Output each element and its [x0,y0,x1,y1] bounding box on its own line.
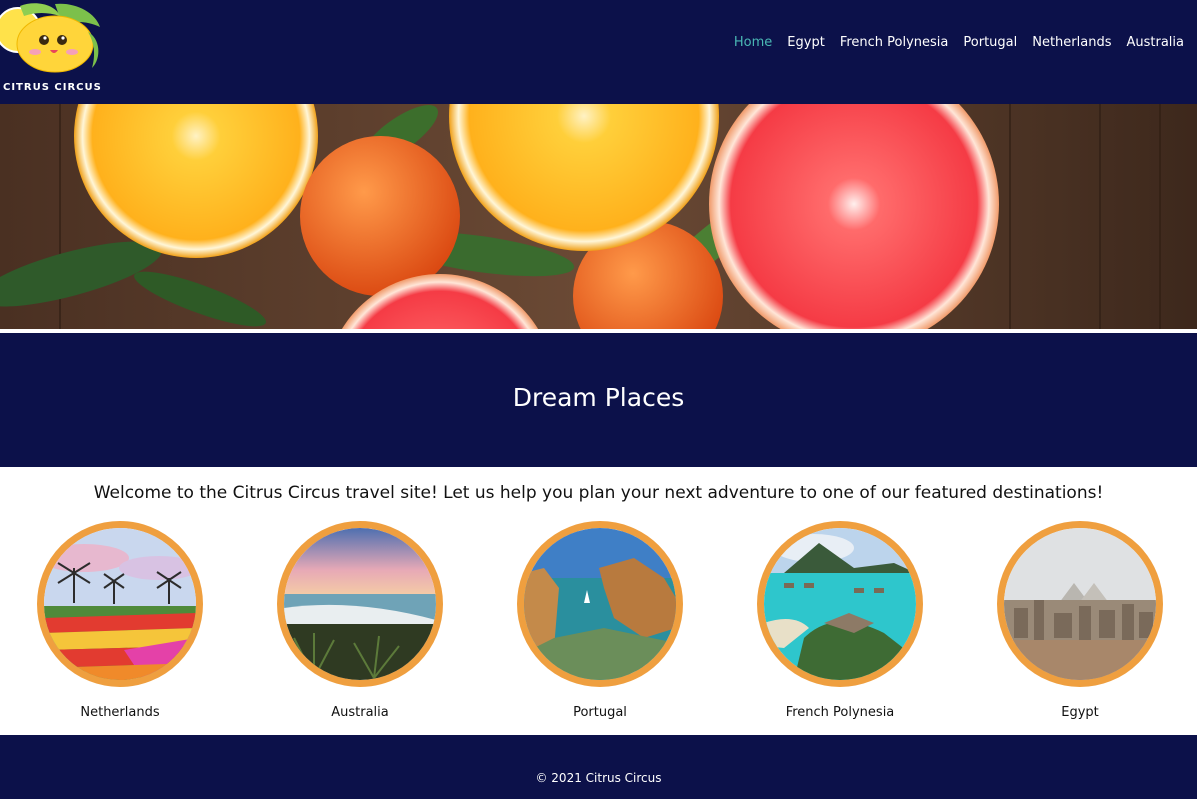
logo-text: CITRUS CIRCUS [3,82,102,93]
nav-link-home[interactable]: Home [734,35,772,50]
citrus-circus-logo[interactable]: CITRUS CIRCUS [0,2,104,98]
hero-citrus-image [0,104,1197,329]
site-footer: © 2021 Citrus Circus [0,735,1197,799]
nav-link-netherlands[interactable]: Netherlands [1032,35,1111,50]
destination-image-netherlands[interactable] [37,521,203,687]
nav-link-australia[interactable]: Australia [1126,35,1184,50]
destination-label-egypt[interactable]: Egypt [960,705,1197,720]
nav-link-egypt[interactable]: Egypt [787,35,825,50]
page-title: Dream Places [512,383,685,412]
lemon-mascot-icon [0,3,100,73]
destination-label-portugal[interactable]: Portugal [480,705,720,720]
site-header: CITRUS CIRCUS Home Egypt French Polynesi… [0,0,1197,104]
destination-label-australia[interactable]: Australia [240,705,480,720]
nav-link-portugal[interactable]: Portugal [963,35,1017,50]
page-banner: Dream Places [0,333,1197,467]
destination-image-french-polynesia[interactable] [757,521,923,687]
nav-link-french-polynesia[interactable]: French Polynesia [840,35,949,50]
destination-label-french-polynesia[interactable]: French Polynesia [720,705,960,720]
intro-text: Welcome to the Citrus Circus travel site… [93,483,1104,503]
destination-label-netherlands[interactable]: Netherlands [0,705,240,720]
main-nav: Home Egypt French Polynesia Portugal Net… [719,35,1184,50]
footer-copyright: © 2021 Citrus Circus [535,771,662,785]
destination-image-portugal[interactable] [517,521,683,687]
destination-image-egypt[interactable] [997,521,1163,687]
destination-image-australia[interactable] [277,521,443,687]
